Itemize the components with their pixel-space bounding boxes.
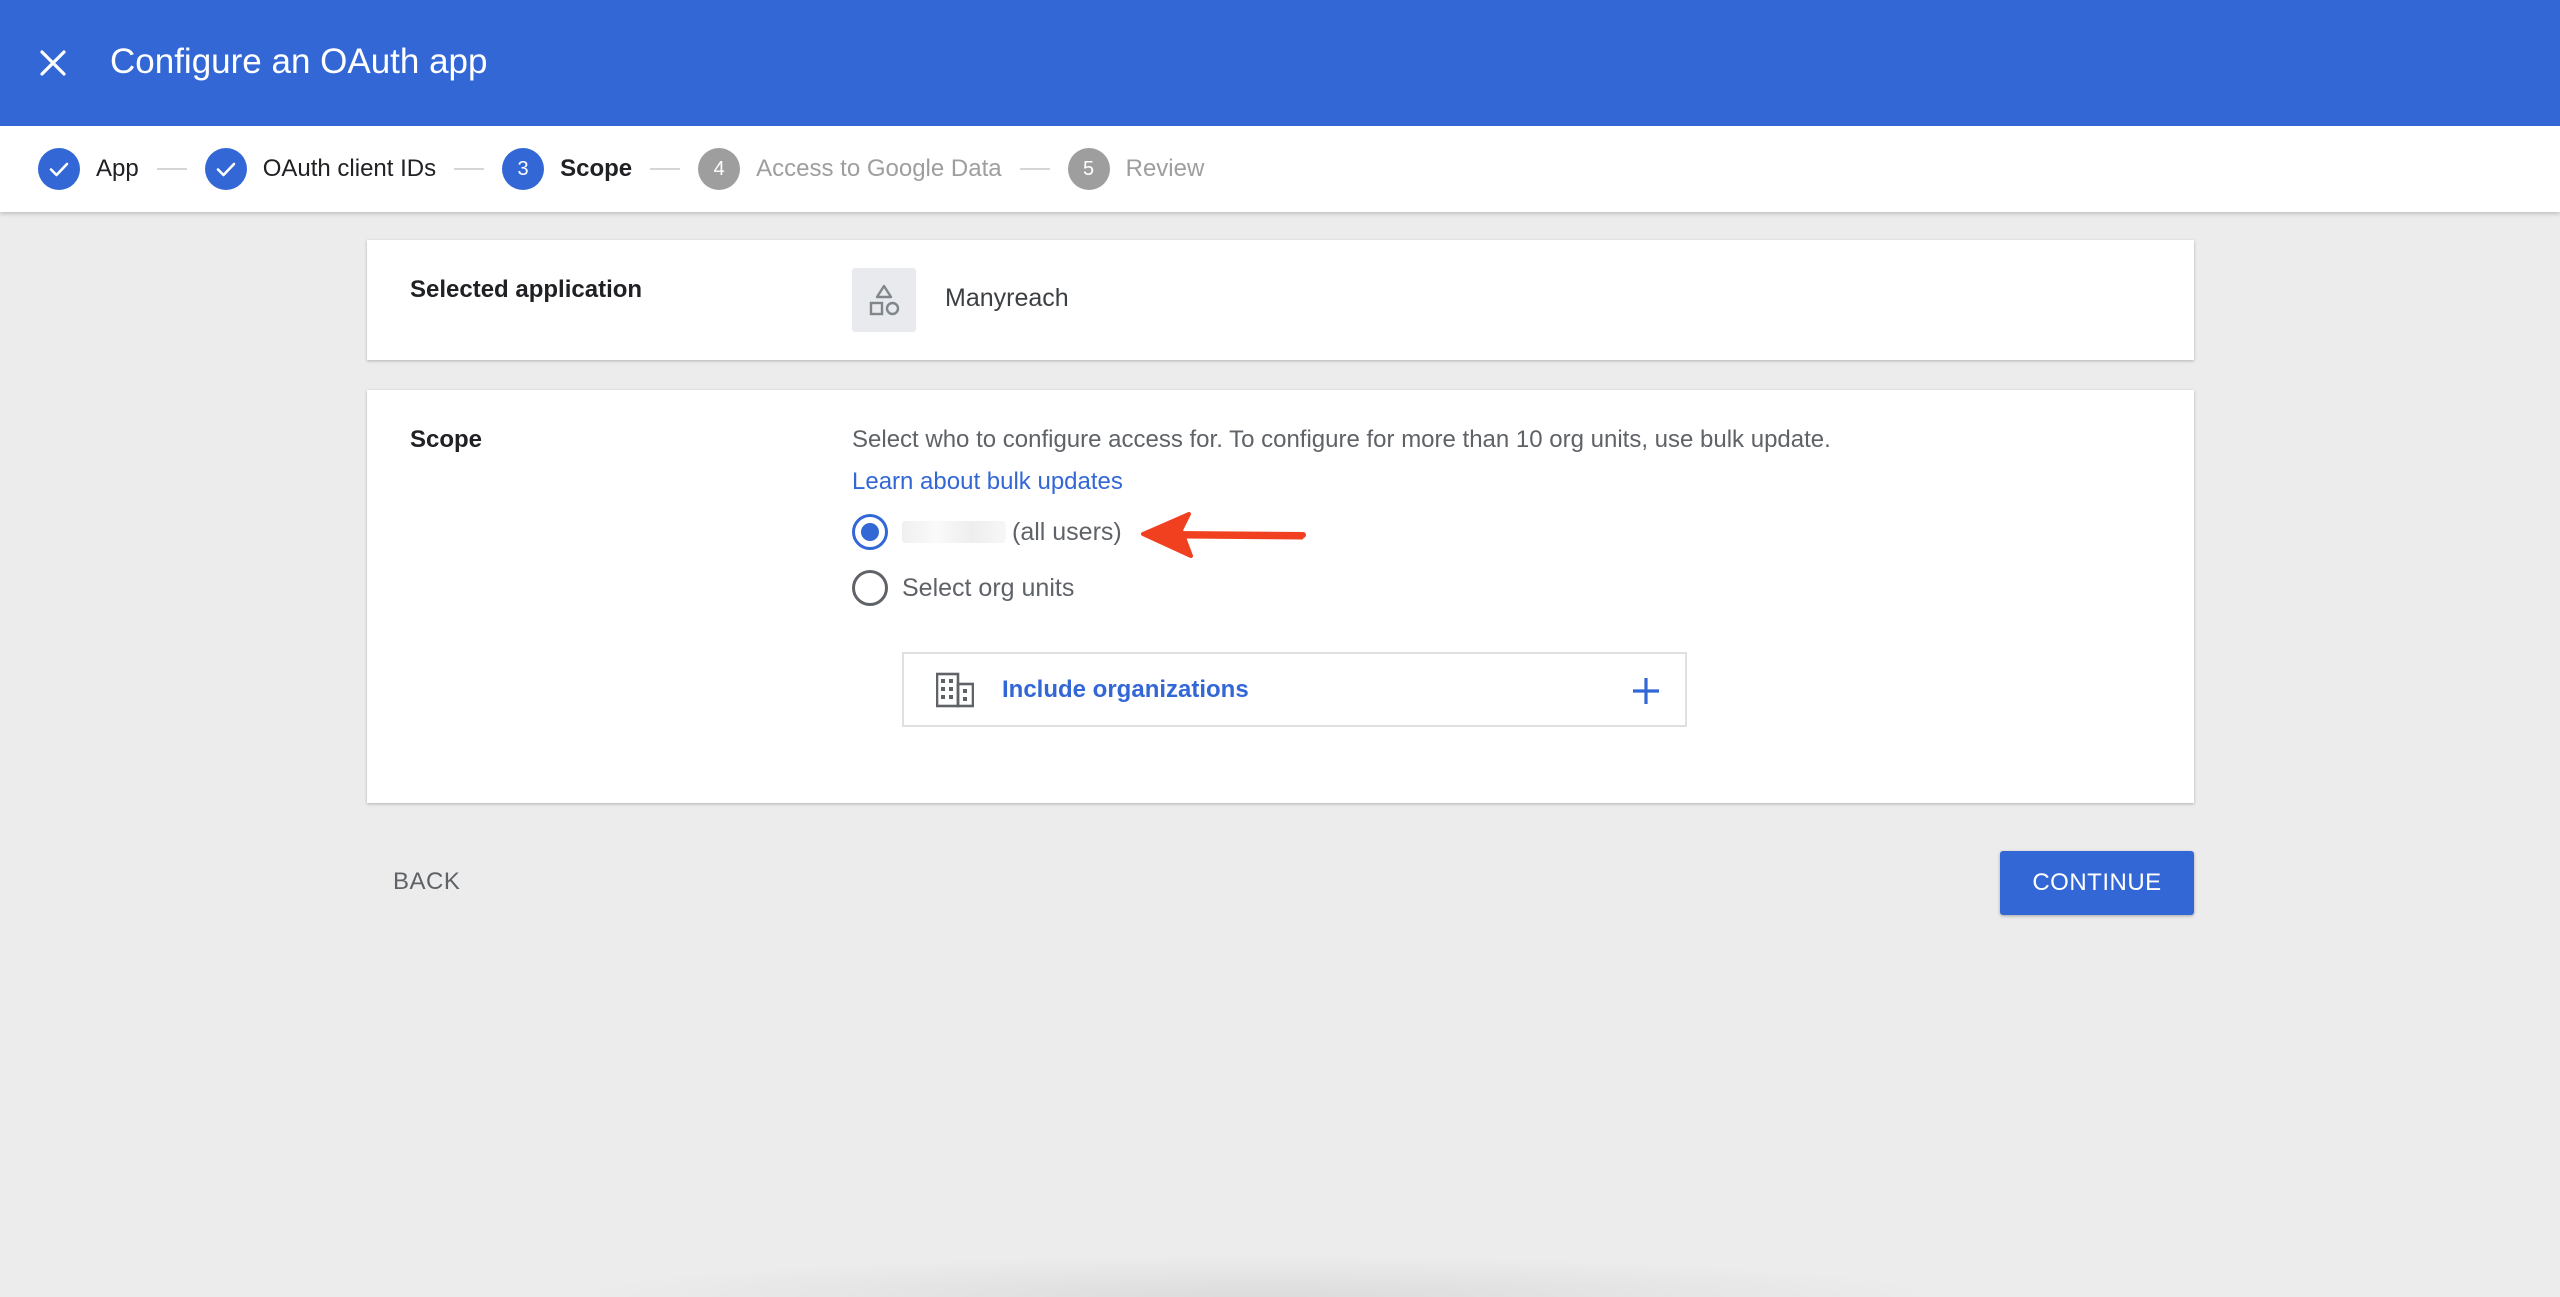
app-bar: Configure an OAuth app (0, 0, 2560, 126)
back-button[interactable]: BACK (373, 860, 480, 904)
step-number: 3 (502, 148, 545, 190)
scope-card: Scope Select who to configure access for… (367, 390, 2194, 803)
include-organizations-label: Include organizations (1002, 675, 1249, 703)
radio-all-users-label: (all users) (902, 518, 1122, 547)
app-name: Manyreach (945, 284, 1069, 312)
step-label: Review (1125, 155, 1205, 182)
all-users-suffix: (all users) (1012, 517, 1122, 546)
radio-button-checked[interactable] (852, 514, 888, 550)
select-org-units-label: Select org units (902, 573, 1075, 602)
step-label: Access to Google Data (756, 155, 1002, 182)
step-label: App (96, 155, 139, 182)
step-number: 4 (698, 148, 741, 190)
check-icon (204, 148, 247, 190)
check-icon (38, 148, 80, 190)
step-oauth-client-ids[interactable]: OAuth client IDs (204, 148, 437, 190)
scope-description: Select who to configure access for. To c… (852, 426, 1831, 453)
scope-label: Scope (410, 426, 483, 453)
step-review: 5 Review (1067, 148, 1205, 190)
step-scope[interactable]: 3 Scope (502, 148, 632, 190)
step-label: OAuth client IDs (262, 155, 437, 182)
step-number: 5 (1067, 148, 1110, 190)
red-arrow-annotation (1141, 512, 1306, 558)
step-divider (156, 168, 187, 170)
learn-bulk-updates-link[interactable]: Learn about bulk updates (852, 468, 1123, 496)
radio-all-users[interactable]: (all users) (852, 514, 1122, 550)
include-organizations-button[interactable]: Include organizations (902, 652, 1687, 727)
shapes-icon (852, 268, 916, 332)
close-icon[interactable] (30, 40, 76, 86)
redacted-org-name (902, 521, 1006, 543)
selected-application-card: Selected application Manyreach (367, 240, 2194, 360)
continue-button[interactable]: CONTINUE (2000, 851, 2194, 915)
bottom-shadow (560, 1255, 1960, 1297)
step-label: Scope (560, 155, 633, 182)
radio-button-unchecked[interactable] (852, 570, 888, 606)
step-divider (1019, 168, 1050, 170)
plus-icon[interactable] (1629, 674, 1663, 708)
step-app[interactable]: App (38, 148, 139, 190)
step-divider (650, 168, 681, 170)
step-access-to-google-data: 4 Access to Google Data (698, 148, 1002, 190)
stepper: App OAuth client IDs 3 Scope 4 Access to… (0, 126, 2560, 212)
page-title: Configure an OAuth app (110, 42, 488, 81)
radio-select-org-units[interactable]: Select org units (852, 570, 1074, 606)
building-icon (936, 672, 974, 708)
step-divider (454, 168, 485, 170)
selected-application-label: Selected application (410, 276, 643, 303)
